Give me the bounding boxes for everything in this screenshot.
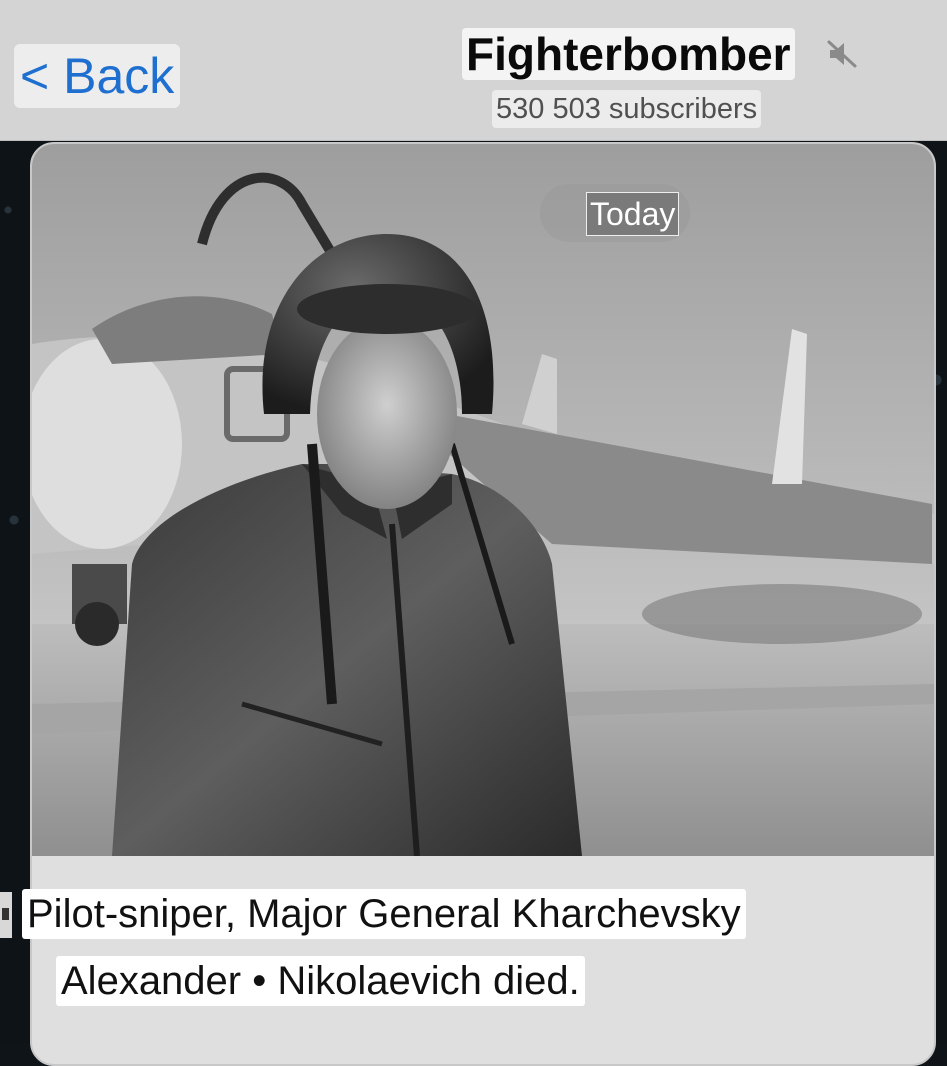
chat-header: < Back Fighterbomber 530 503 subscribers: [0, 0, 947, 141]
message-caption-line-1: Pilot-sniper, Major General Kharchevsky: [22, 889, 746, 939]
channel-title[interactable]: Fighterbomber: [462, 28, 795, 80]
message-photo[interactable]: Today: [32, 144, 934, 856]
subscriber-count: 530 503 subscribers: [492, 90, 762, 128]
back-button[interactable]: < Back: [14, 44, 181, 108]
speaker-muted-icon: [827, 40, 857, 68]
message-caption-line-2: Alexander • Nikolaevich died.: [56, 956, 585, 1006]
caption-marker: [0, 892, 12, 938]
date-label: Today: [586, 192, 680, 236]
pilot-photo-illustration: [32, 144, 934, 856]
